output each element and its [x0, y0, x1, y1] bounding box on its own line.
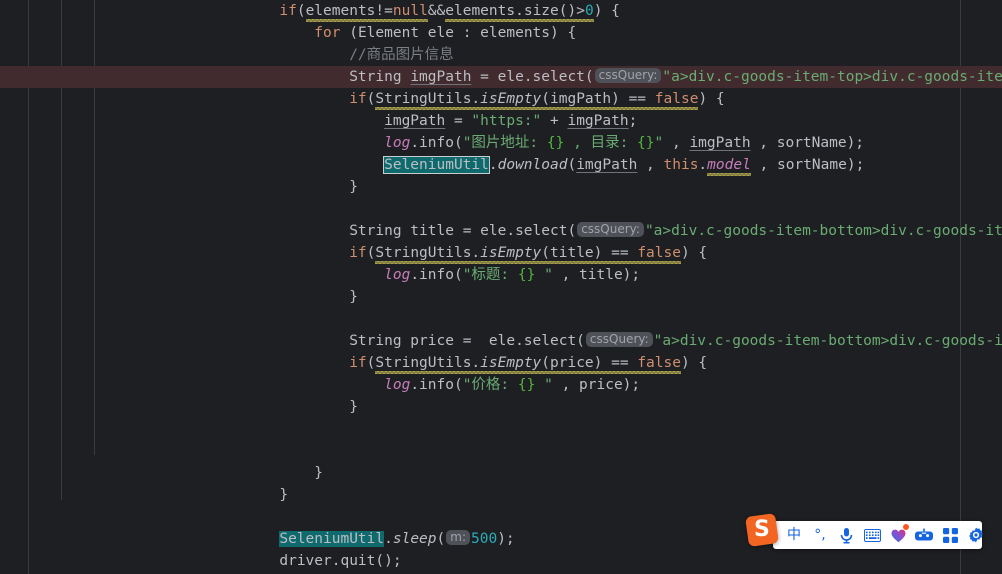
ime-settings[interactable]	[963, 521, 989, 549]
punctuation-icon: °,	[814, 527, 826, 543]
code-line[interactable]: log.info("标题: {} " , title);	[0, 264, 1002, 286]
code-line-blank[interactable]	[0, 440, 1002, 462]
token-condition-left: elements!=null	[305, 3, 428, 22]
ime-emoji-expression[interactable]	[911, 521, 937, 549]
token-keyword-for: for	[314, 25, 341, 41]
code-line[interactable]: for (Element ele : elements) {	[0, 22, 1002, 44]
code-line[interactable]: String price = ele.select(cssQuery: "a>di…	[0, 330, 1002, 352]
microphone-icon	[840, 527, 852, 543]
ime-punctuation-toggle[interactable]: °,	[807, 521, 833, 549]
code-line-blank[interactable]	[0, 198, 1002, 220]
inlay-hint-millis: m:	[446, 530, 470, 545]
sogou-logo-icon[interactable]: S	[745, 513, 779, 547]
token-condition-imgpath: StringUtils.isEmpty(imgPath) == false	[375, 91, 699, 110]
code-line-caret[interactable]: String imgPath = ele.select(cssQuery: "a>…	[0, 66, 1002, 88]
code-line[interactable]: if(StringUtils.isEmpty(price) == false) …	[0, 352, 1002, 374]
token-var-imgPath: imgPath	[410, 69, 472, 85]
code-line-blank[interactable]	[0, 418, 1002, 440]
ime-voice-input[interactable]	[833, 521, 859, 549]
inlay-hint-cssquery: cssQuery:	[585, 332, 653, 347]
token-class-seleniumutil[interactable]: SeleniumUtil	[279, 531, 385, 547]
token-class-seleniumutil[interactable]: SeleniumUtil	[383, 156, 490, 174]
code-line[interactable]: imgPath = "https:" + imgPath;	[0, 110, 1002, 132]
code-line[interactable]: log.info("图片地址: {} , 目录: {}" , imgPath ,…	[0, 132, 1002, 154]
grid-squares-icon	[942, 527, 958, 543]
code-line[interactable]: if(StringUtils.isEmpty(imgPath) == false…	[0, 88, 1002, 110]
token-css-selector-price: "a>div.c-goods-item-bottom>div.c-goods-i…	[653, 333, 1002, 349]
code-line[interactable]: if(elements!=null&&elements.size()>0) {	[0, 0, 1002, 22]
chinese-char-icon: 中	[787, 527, 801, 543]
token-comment: //商品图片信息	[349, 47, 454, 63]
code-line[interactable]: log.info("价格: {} " , price);	[0, 374, 1002, 396]
keyboard-icon	[863, 528, 881, 542]
ime-chinese-english-toggle[interactable]: 中	[781, 521, 807, 549]
code-line[interactable]: }	[0, 396, 1002, 418]
token-field-log: log	[384, 135, 411, 151]
token-css-selector-img: "a>div.c-goods-item-top>div.c-goods-item…	[662, 69, 1002, 85]
inlay-hint-cssquery: cssQuery:	[577, 222, 644, 237]
code-line[interactable]: }	[0, 176, 1002, 198]
token-css-selector-name: "a>div.c-goods-item-bottom>div.c-goods-i…	[644, 223, 1002, 239]
code-line[interactable]: SeleniumUtil.download(imgPath , this.mod…	[0, 154, 1002, 176]
ime-skin-store[interactable]	[885, 521, 911, 549]
token-condition-right: elements.size()>0	[445, 3, 594, 22]
ime-soft-keyboard[interactable]	[859, 521, 885, 549]
code-line[interactable]: //商品图片信息	[0, 44, 1002, 66]
code-line-blank[interactable]	[0, 308, 1002, 330]
code-line[interactable]: }	[0, 484, 1002, 506]
code-line[interactable]: }	[0, 286, 1002, 308]
emoji-face-icon	[915, 528, 933, 541]
code-editor[interactable]: if(elements!=null&&elements.size()>0) { …	[0, 0, 1002, 574]
gear-icon	[969, 527, 983, 543]
token-keyword-if: if	[279, 3, 297, 19]
code-line[interactable]: if(StringUtils.isEmpty(title) == false) …	[0, 242, 1002, 264]
skin-store-badge	[903, 524, 909, 530]
inlay-hint-cssquery: cssQuery:	[594, 68, 662, 83]
ime-toolbar[interactable]: 中 °,	[773, 521, 983, 549]
code-line[interactable]: driver.quit();	[0, 550, 1002, 572]
ime-toolbox[interactable]	[937, 521, 963, 549]
code-line[interactable]: String title = ele.select(cssQuery: "a>di…	[0, 220, 1002, 242]
code-content[interactable]: if(elements!=null&&elements.size()>0) { …	[0, 0, 1002, 574]
code-line[interactable]: }	[0, 462, 1002, 484]
